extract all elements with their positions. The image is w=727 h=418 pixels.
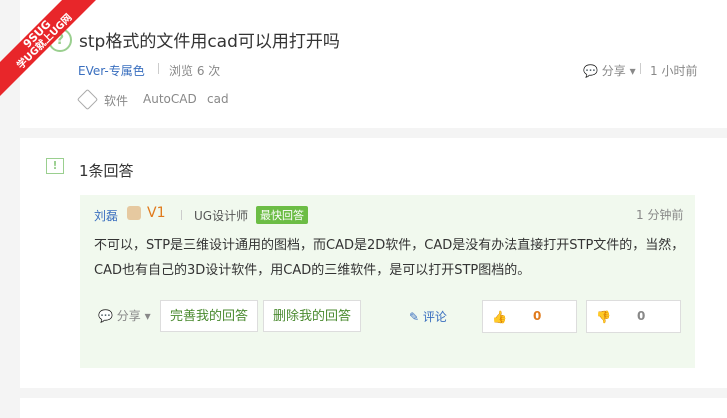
downvote-button[interactable]: 👎 0: [586, 300, 681, 333]
chevron-down-icon: ▾: [629, 64, 636, 78]
question-time: 1 小时前: [650, 64, 698, 78]
answer-count-icon: !: [46, 158, 64, 174]
share-icon: 💬: [98, 309, 113, 323]
fastest-answer-badge: 最快回答: [256, 206, 308, 224]
tag-item[interactable]: AutoCAD: [143, 92, 197, 106]
delete-answer-button[interactable]: 删除我的回答: [263, 300, 361, 332]
site-corner-ribbon: 9SUG 学UG就上UG网: [0, 0, 110, 110]
view-count: 浏览 6 次: [169, 64, 221, 78]
user-role: UG设计师: [194, 209, 249, 223]
comment-label: 评论: [422, 310, 447, 324]
chevron-down-icon: ▾: [144, 309, 151, 323]
upvote-count: 0: [533, 309, 542, 323]
comment-icon: ✎: [409, 310, 420, 324]
corner-ribbon-text: 9SUG 学UG就上UG网: [0, 0, 103, 100]
meta-divider: [640, 63, 641, 74]
upvote-button[interactable]: 👍 0: [482, 300, 577, 333]
thumbs-up-icon: 👍: [492, 310, 507, 324]
answer-author[interactable]: 刘磊: [94, 207, 118, 224]
comment-button[interactable]: ✎ 评论: [409, 308, 447, 325]
complete-answer-button[interactable]: 完善我的回答: [160, 300, 258, 332]
avatar: [127, 206, 141, 220]
share-label: 分享: [601, 64, 626, 78]
tag-item[interactable]: cad: [207, 92, 229, 106]
downvote-count: 0: [637, 309, 646, 323]
user-level: V1: [147, 205, 166, 221]
meta-divider: [158, 63, 159, 74]
share-button[interactable]: 💬 分享 ▾: [583, 62, 636, 79]
answer-time: 1 分钟前: [636, 208, 684, 222]
share-icon: 💬: [583, 64, 598, 78]
thumbs-down-icon: 👎: [596, 310, 611, 324]
question-title: stp格式的文件用cad可以用打开吗: [79, 32, 340, 52]
meta-divider: [181, 210, 182, 220]
answer-count: 1条回答: [79, 162, 134, 180]
answer-text: 不可以，STP是三维设计通用的图档，而CAD是2D软件，CAD是没有办法直接打开…: [94, 238, 685, 278]
answer-share-button[interactable]: 💬 分享 ▾: [98, 307, 151, 324]
share-label: 分享: [116, 309, 141, 323]
next-card: [20, 398, 727, 418]
